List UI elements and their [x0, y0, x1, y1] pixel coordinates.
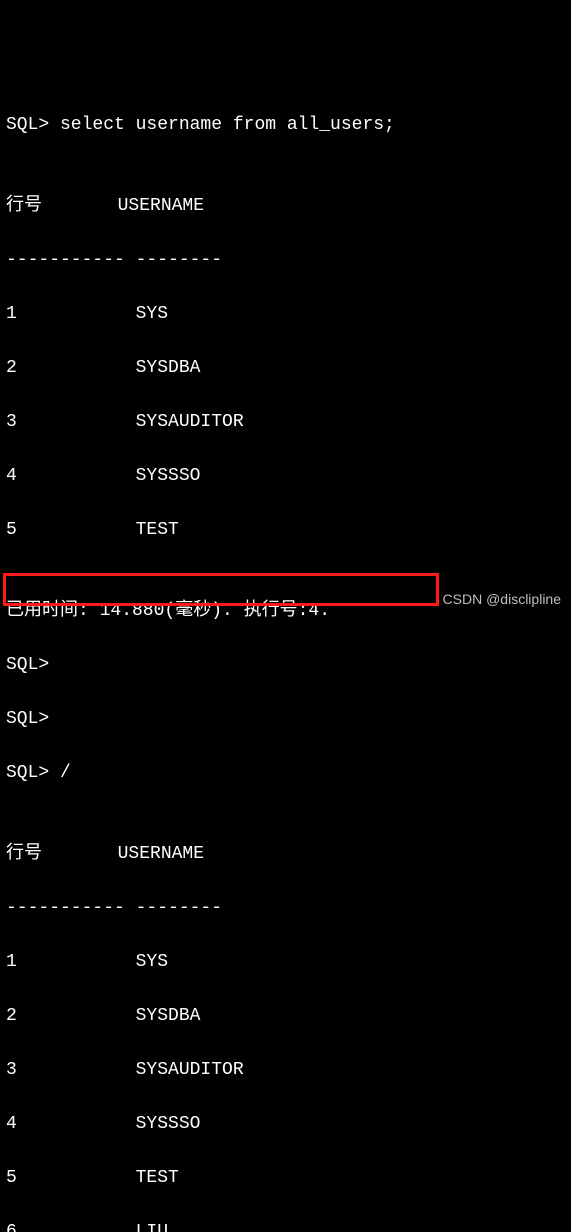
result-row: 2 SYSDBA: [6, 1003, 565, 1030]
sql-query-line: SQL> select username from all_users;: [6, 112, 565, 139]
result-row: 4 SYSSSO: [6, 1111, 565, 1138]
result-header: 行号 USERNAME: [6, 193, 565, 220]
result-row: 2 SYSDBA: [6, 355, 565, 382]
result-row: 1 SYS: [6, 301, 565, 328]
result-row: 1 SYS: [6, 949, 565, 976]
result-divider: ----------- --------: [6, 247, 565, 274]
sql-rerun-line[interactable]: SQL> /: [6, 760, 565, 787]
result-row: 3 SYSAUDITOR: [6, 1057, 565, 1084]
result-header: 行号 USERNAME: [6, 841, 565, 868]
watermark: CSDN @disclipline: [443, 589, 561, 610]
result-row: 5 TEST: [6, 517, 565, 544]
result-row-highlighted: 6 LIU: [6, 1219, 565, 1232]
result-divider: ----------- --------: [6, 895, 565, 922]
sql-prompt[interactable]: SQL>: [6, 706, 565, 733]
result-row: 5 TEST: [6, 1165, 565, 1192]
sql-prompt[interactable]: SQL>: [6, 652, 565, 679]
result-row: 3 SYSAUDITOR: [6, 409, 565, 436]
result-row: 4 SYSSSO: [6, 463, 565, 490]
